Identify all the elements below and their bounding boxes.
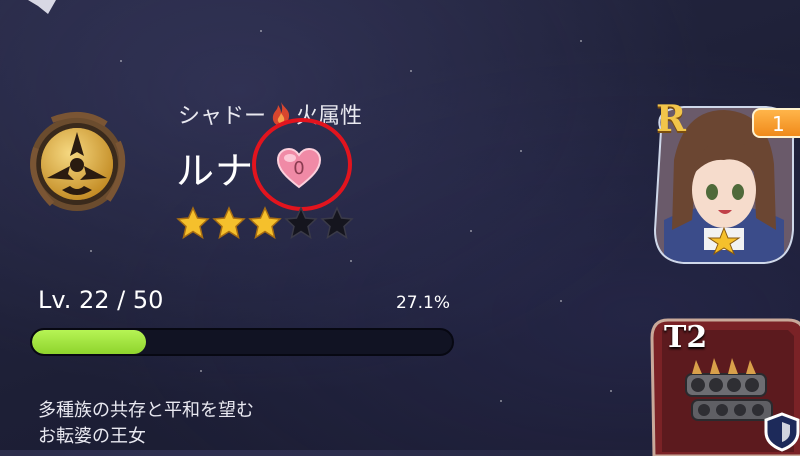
character-name: ルナ [176, 149, 255, 193]
shadow-emblem-icon [30, 111, 126, 211]
star-empty-icon [284, 206, 318, 240]
shield-icon [764, 412, 800, 452]
highlight-circle [252, 118, 352, 211]
portrait-level-badge: 1 [752, 108, 800, 138]
star-filled-icon [212, 206, 246, 240]
description-line-2: お転婆の王女 [38, 426, 146, 447]
level-row: Lv. 22 / 50 27.1% [38, 286, 450, 314]
description-line-1: 多種族の共存と平和を望む [38, 400, 254, 421]
star-filled-icon [248, 206, 282, 240]
equipment-tier-label: T2 [664, 320, 708, 355]
star-filled-icon [176, 206, 210, 240]
rarity-stars [176, 206, 354, 240]
portrait-level-value: 1 [772, 112, 785, 136]
exp-percent: 27.1% [395, 293, 450, 313]
exp-progress-fill [32, 330, 146, 354]
exp-progress-bar [30, 328, 454, 356]
class-element-line: シャドー 火属性 [178, 98, 362, 130]
corner-decoration-icon [28, 0, 56, 14]
class-label: シャドー [178, 104, 267, 129]
star-empty-icon [320, 206, 354, 240]
rarity-letter: R [656, 98, 686, 140]
level-text: Lv. 22 / 50 [38, 286, 164, 314]
character-description: 多種族の共存と平和を望む お転婆の王女 [38, 398, 254, 450]
